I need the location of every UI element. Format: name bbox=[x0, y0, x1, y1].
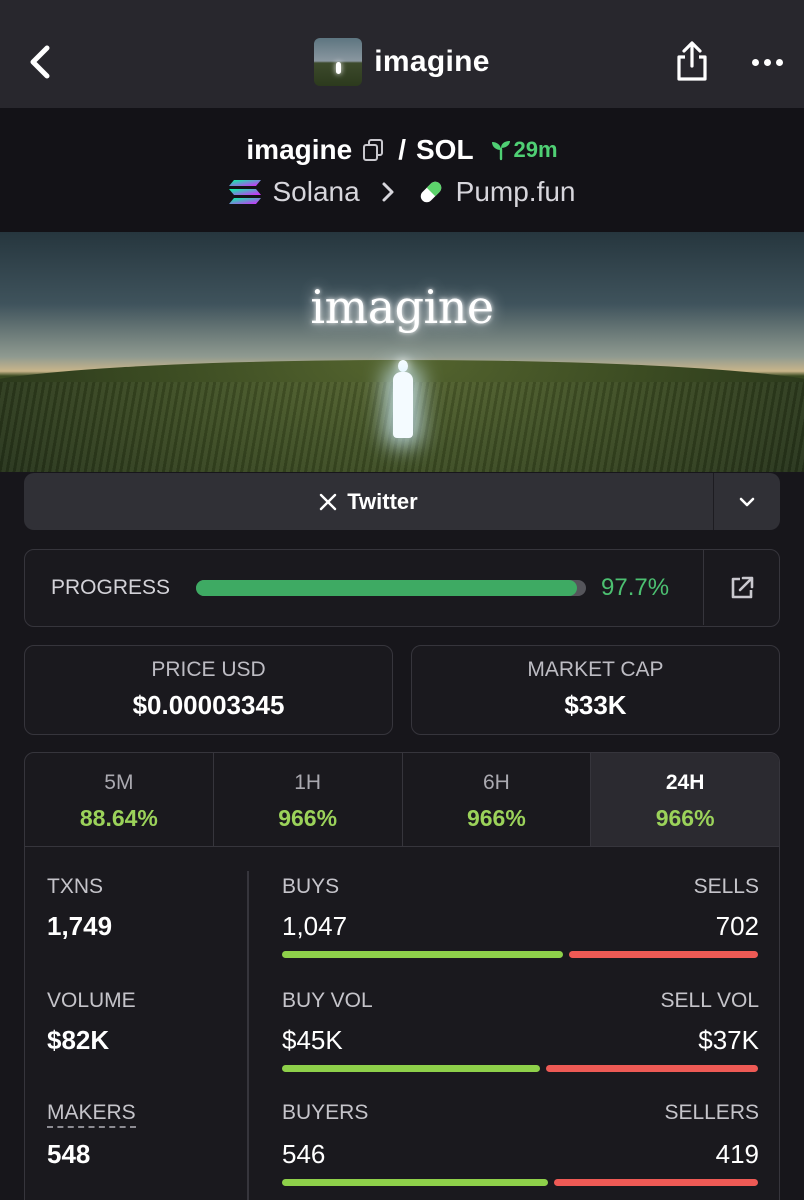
buyers-value: 546 bbox=[282, 1139, 326, 1169]
price-value: $0.00003345 bbox=[132, 690, 285, 720]
tab-24h[interactable]: 24H 966% bbox=[591, 753, 779, 846]
tab-change: 966% bbox=[278, 805, 338, 831]
progress-label: PROGRESS bbox=[51, 576, 171, 599]
bonding-progress-card: PROGRESS 97.7% bbox=[24, 549, 780, 627]
tab-change: 88.64% bbox=[79, 805, 158, 831]
buy-vol-label: BUY VOL bbox=[282, 989, 373, 1012]
market-cap-value: $33K bbox=[564, 690, 627, 720]
sell-vol-value: $37K bbox=[698, 1025, 759, 1055]
pair-quote-name: SOL bbox=[415, 134, 474, 165]
sells-value: 702 bbox=[715, 911, 759, 941]
sprout-icon bbox=[491, 141, 510, 161]
buyers-sellers-bar bbox=[282, 1179, 758, 1186]
social-links-bar: Twitter bbox=[24, 473, 780, 530]
sells-label: SELLS bbox=[693, 875, 759, 898]
txns-label: TXNS bbox=[47, 875, 104, 898]
pair-age: 29m bbox=[490, 137, 558, 163]
txns-value: 1,749 bbox=[47, 911, 113, 941]
glowing-figure bbox=[391, 360, 415, 440]
more-dots-icon bbox=[751, 58, 759, 66]
timeframe-tabs: 5M 88.64% 1H 966% 6H 966% 24H 966% bbox=[25, 753, 779, 847]
token-banner-image: imagine bbox=[0, 232, 804, 472]
tab-change: 966% bbox=[466, 805, 526, 831]
progress-fill bbox=[196, 580, 578, 596]
volume-label: VOLUME bbox=[47, 989, 136, 1012]
pill-icon bbox=[420, 181, 441, 203]
market-cap-card: MARKET CAP $33K bbox=[411, 645, 780, 735]
dex-link[interactable]: Pump.fun bbox=[456, 176, 576, 208]
copy-icon[interactable] bbox=[362, 138, 384, 162]
pair-separator: / bbox=[398, 134, 406, 165]
share-button[interactable] bbox=[668, 36, 716, 86]
pair-header: imagine / SOL 29m Solana Pump.fun bbox=[0, 108, 804, 232]
volume-split-bar bbox=[282, 1065, 758, 1072]
social-expand-button[interactable] bbox=[713, 473, 780, 530]
buys-sells-bar bbox=[282, 951, 758, 958]
more-options-button[interactable] bbox=[742, 40, 792, 84]
token-avatar bbox=[314, 38, 363, 86]
price-usd-card: PRICE USD $0.00003345 bbox=[24, 645, 393, 735]
transaction-metrics: TXNS 1,749 VOLUME $82K MAKERS 548 BUYS S… bbox=[25, 849, 779, 1200]
buyers-label: BUYERS bbox=[282, 1101, 369, 1124]
tab-label: 6H bbox=[482, 771, 510, 794]
sellers-bar-segment bbox=[553, 1179, 758, 1186]
sell-vol-label: SELL VOL bbox=[660, 989, 759, 1012]
progress-bar bbox=[196, 580, 586, 596]
tab-label: 24H bbox=[665, 771, 705, 794]
solana-logo-icon bbox=[229, 180, 262, 204]
buys-label: BUYS bbox=[282, 875, 340, 898]
sells-bar-segment bbox=[569, 951, 758, 958]
makers-value: 548 bbox=[47, 1139, 91, 1169]
nav-title: imagine bbox=[374, 45, 490, 78]
volume-value: $82K bbox=[47, 1025, 110, 1055]
stats-panel: 5M 88.64% 1H 966% 6H 966% 24H 966% TXNS … bbox=[24, 752, 780, 1200]
buyers-bar-segment bbox=[282, 1179, 548, 1186]
chevron-right-icon bbox=[382, 182, 394, 202]
open-external-button[interactable] bbox=[703, 550, 779, 625]
price-label: PRICE USD bbox=[151, 658, 266, 681]
banner-title: imagine bbox=[310, 280, 494, 334]
buy-vol-bar-segment bbox=[282, 1065, 540, 1072]
tab-5m[interactable]: 5M 88.64% bbox=[25, 753, 214, 846]
external-link-icon bbox=[731, 576, 753, 598]
buys-value: 1,047 bbox=[282, 911, 348, 941]
metrics-divider bbox=[247, 871, 249, 1200]
x-logo-icon bbox=[320, 493, 337, 510]
tab-label: 1H bbox=[294, 771, 322, 794]
twitter-label: Twitter bbox=[347, 488, 418, 514]
sell-vol-bar-segment bbox=[545, 1065, 758, 1072]
chain-link[interactable]: Solana bbox=[272, 176, 359, 208]
buy-vol-value: $45K bbox=[282, 1025, 343, 1055]
sellers-label: SELLERS bbox=[664, 1101, 759, 1124]
tab-6h[interactable]: 6H 966% bbox=[403, 753, 592, 846]
top-navigation-bar: imagine bbox=[0, 0, 804, 108]
chevron-down-icon bbox=[739, 497, 755, 506]
makers-label[interactable]: MAKERS bbox=[47, 1101, 136, 1128]
market-cap-label: MARKET CAP bbox=[527, 658, 664, 681]
twitter-button[interactable]: Twitter bbox=[24, 473, 713, 530]
progress-value: 97.7% bbox=[601, 574, 670, 601]
buys-bar-segment bbox=[282, 951, 564, 958]
share-icon bbox=[677, 41, 707, 81]
tab-change: 966% bbox=[655, 805, 715, 831]
tab-1h[interactable]: 1H 966% bbox=[214, 753, 403, 846]
pair-age-value: 29m bbox=[513, 137, 558, 162]
tab-label: 5M bbox=[104, 771, 134, 794]
sellers-value: 419 bbox=[715, 1139, 759, 1169]
pair-base-name: imagine bbox=[246, 134, 353, 165]
